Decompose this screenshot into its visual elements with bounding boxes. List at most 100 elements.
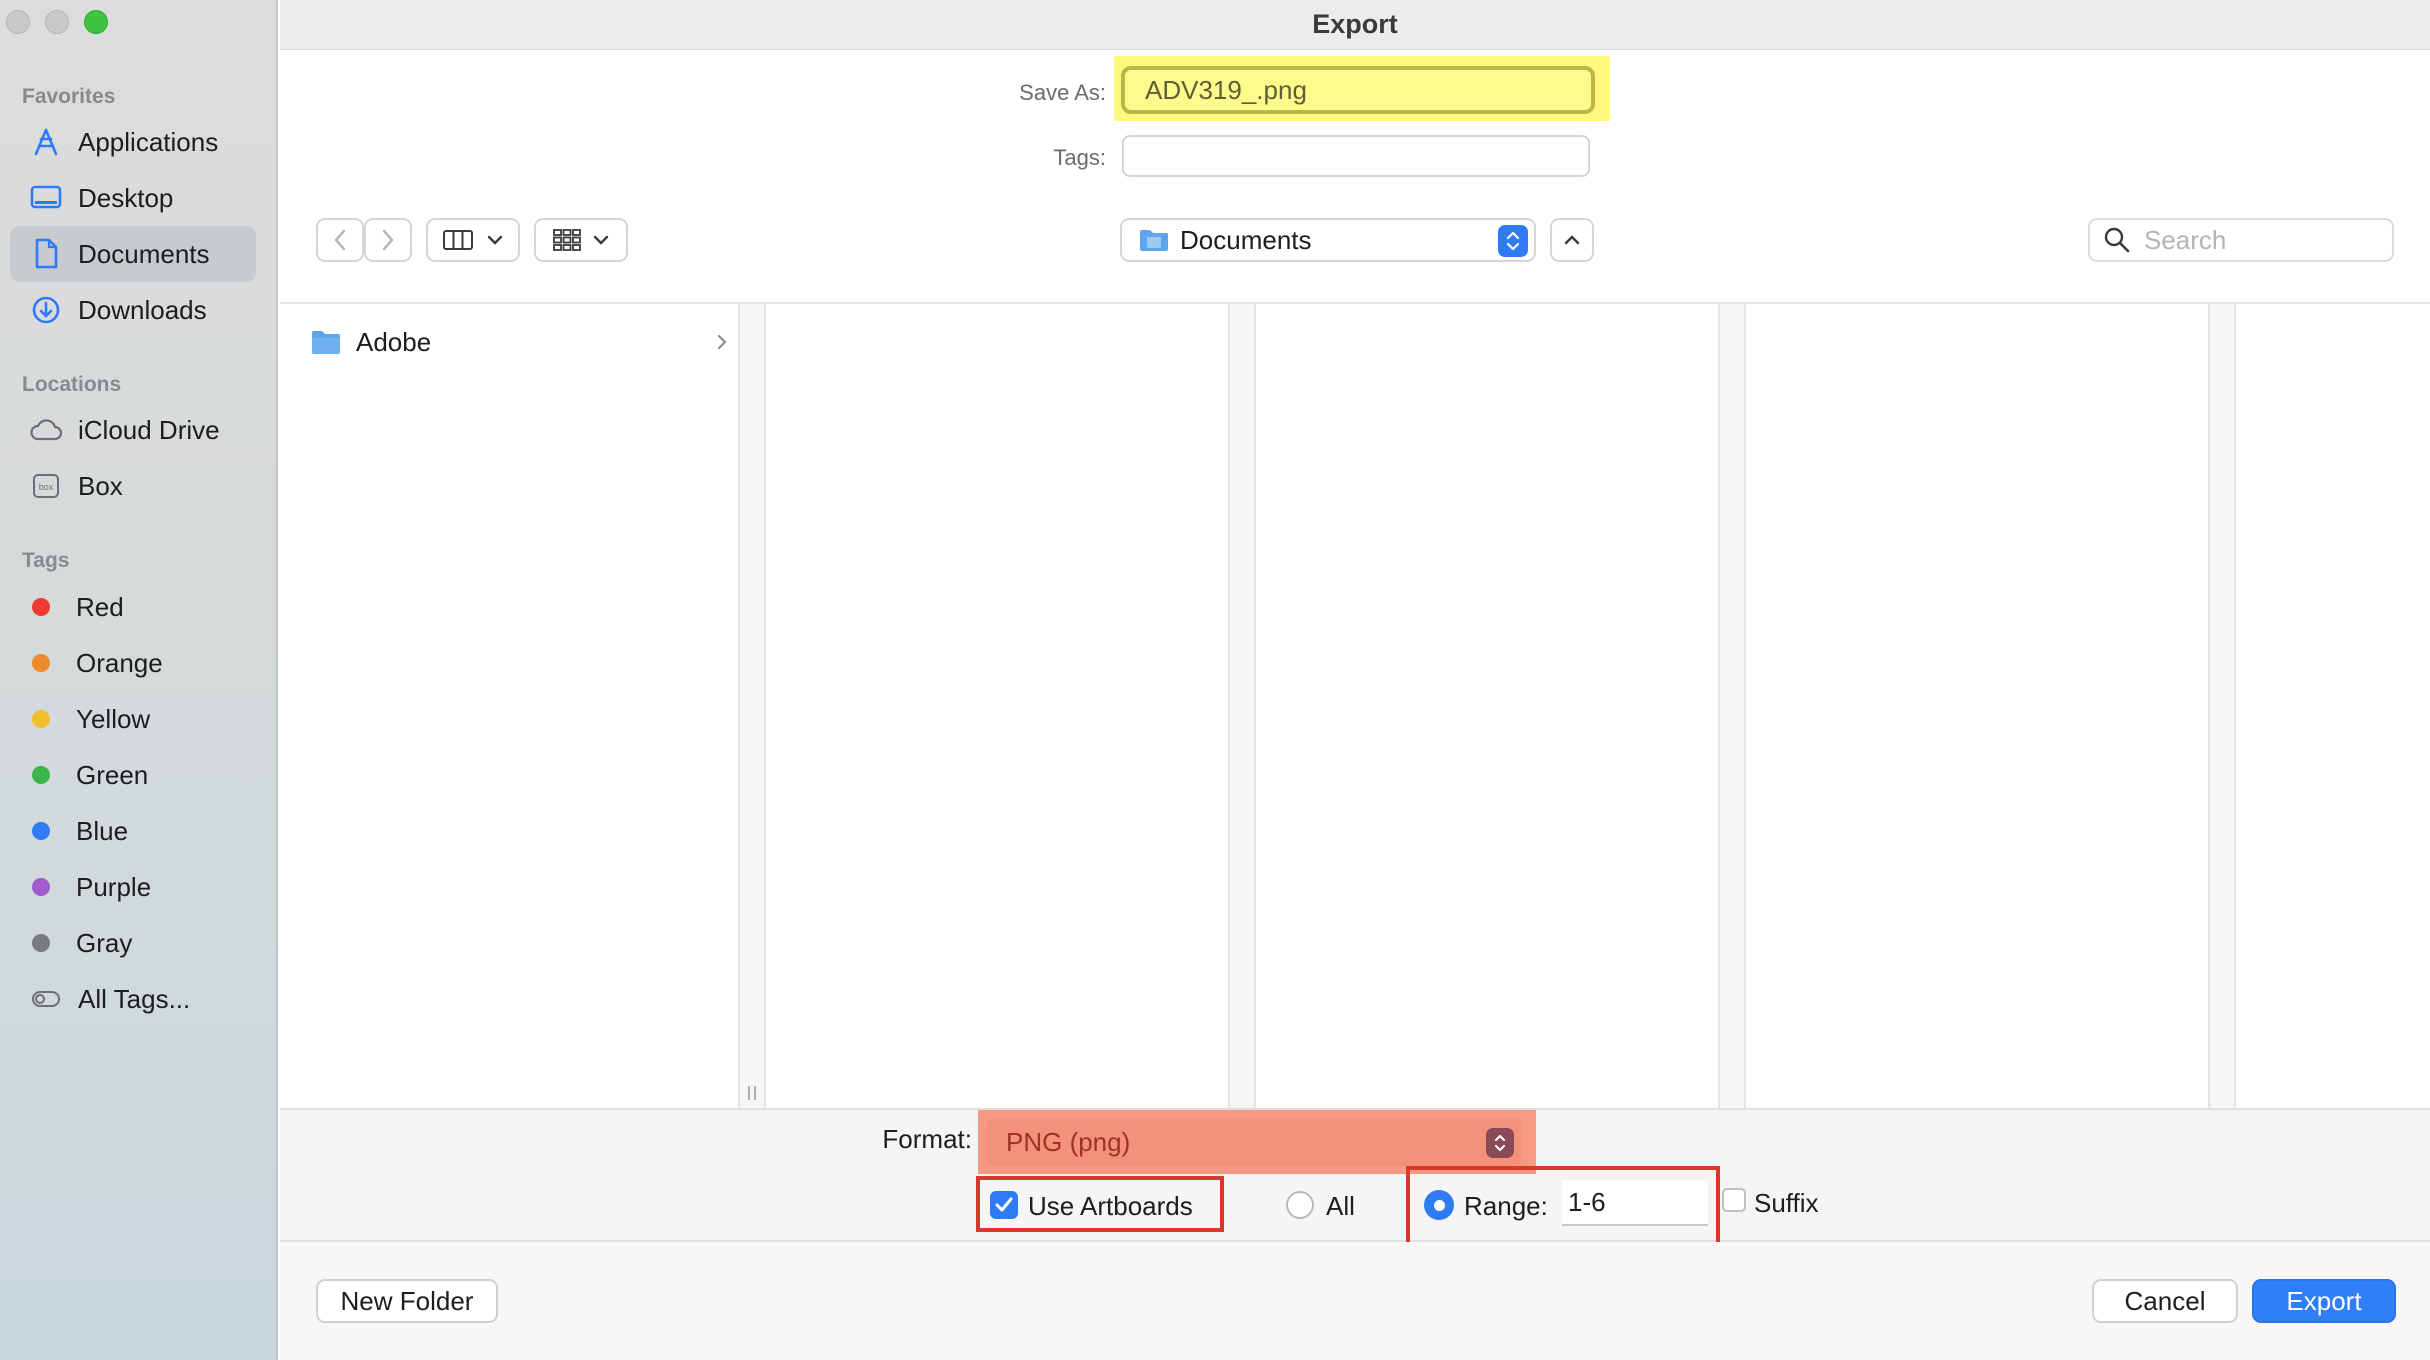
- sidebar-tag-yellow[interactable]: Yellow: [10, 691, 256, 747]
- location-label: Documents: [1180, 224, 1312, 255]
- tags-input[interactable]: [1122, 135, 1590, 177]
- sidebar-item-icloud-drive[interactable]: iCloud Drive: [10, 402, 256, 458]
- format-popup[interactable]: PNG (png): [986, 1118, 1522, 1166]
- blue-tag-dot-icon: [32, 822, 50, 840]
- sidebar-item-downloads[interactable]: Downloads: [10, 282, 256, 338]
- purple-tag-dot-icon: [32, 878, 50, 896]
- window-title: Export: [1312, 9, 1398, 39]
- sidebar-item-label: Box: [78, 470, 123, 501]
- checkmark-icon: [995, 1197, 1013, 1212]
- use-artboards-checkbox[interactable]: [990, 1191, 1018, 1219]
- applications-icon: [26, 122, 66, 162]
- sidebar-tag-blue[interactable]: Blue: [10, 803, 256, 859]
- gray-tag-dot-icon: [32, 934, 50, 952]
- forward-button[interactable]: [364, 218, 412, 262]
- sidebar-item-label: iCloud Drive: [78, 414, 220, 445]
- window-title-bar: Export: [280, 0, 2430, 50]
- sidebar-tag-orange[interactable]: Orange: [10, 635, 256, 691]
- sidebar-item-box[interactable]: box Box: [10, 458, 256, 514]
- use-artboards-label: Use Artboards: [1028, 1191, 1193, 1221]
- sidebar-item-desktop[interactable]: Desktop: [10, 170, 256, 226]
- new-folder-button[interactable]: New Folder: [316, 1279, 498, 1323]
- sidebar-item-label: Downloads: [78, 294, 207, 325]
- list-item[interactable]: Adobe: [310, 322, 728, 362]
- chevron-down-icon: [487, 235, 503, 245]
- sidebar-all-tags[interactable]: All Tags...: [10, 971, 256, 1027]
- sidebar-item-label: Documents: [78, 238, 210, 269]
- sidebar-section-locations: Locations: [22, 373, 122, 396]
- folder-name: Adobe: [356, 326, 432, 357]
- folder-icon: [1140, 230, 1168, 251]
- green-tag-dot-icon: [32, 766, 50, 784]
- desktop-icon: [26, 178, 66, 218]
- range-input[interactable]: 1-6: [1562, 1180, 1708, 1226]
- sidebar: Favorites Applications Desktop Documents…: [0, 0, 278, 1360]
- range-label: Range:: [1464, 1191, 1548, 1221]
- tags-label: Tags:: [1053, 145, 1106, 170]
- export-button[interactable]: Export: [2252, 1279, 2396, 1323]
- sidebar-item-label: Yellow: [76, 703, 151, 734]
- sidebar-item-applications[interactable]: Applications: [10, 114, 256, 170]
- cloud-icon: [26, 410, 66, 450]
- sidebar-item-label: Green: [76, 759, 149, 790]
- document-icon: [26, 234, 66, 274]
- sidebar-item-label: Red: [76, 591, 124, 622]
- resize-handle-icon: [748, 1086, 756, 1100]
- sidebar-item-label: Orange: [76, 647, 163, 678]
- all-radio[interactable]: [1286, 1191, 1314, 1219]
- search-icon: [2104, 227, 2130, 253]
- orange-tag-dot-icon: [32, 654, 50, 672]
- sidebar-tag-red[interactable]: Red: [10, 579, 256, 635]
- updown-chevron-icon: [1486, 1128, 1514, 1158]
- chevron-right-icon: [382, 229, 394, 251]
- zoom-window-button[interactable]: [84, 10, 108, 34]
- folder-icon: [312, 331, 340, 354]
- suffix-checkbox[interactable]: [1722, 1188, 1746, 1212]
- chevron-down-icon: [593, 235, 609, 245]
- box-icon: box: [26, 466, 66, 506]
- sidebar-tag-green[interactable]: Green: [10, 747, 256, 803]
- suffix-label: Suffix: [1754, 1188, 1819, 1218]
- columns-view-icon: [443, 230, 473, 250]
- sidebar-item-label: All Tags...: [78, 983, 191, 1014]
- sidebar-tag-purple[interactable]: Purple: [10, 859, 256, 915]
- column-divider[interactable]: [738, 304, 766, 1110]
- group-by-button[interactable]: [534, 218, 628, 262]
- minimize-window-button[interactable]: [45, 10, 69, 34]
- file-browser: Adobe: [280, 302, 2430, 1110]
- svg-text:box: box: [39, 482, 54, 492]
- column-divider: [2208, 304, 2236, 1110]
- all-label: All: [1326, 1191, 1355, 1221]
- sidebar-tag-gray[interactable]: Gray: [10, 915, 256, 971]
- location-popup[interactable]: Documents: [1120, 218, 1536, 262]
- chevron-left-icon: [334, 229, 346, 251]
- save-as-input[interactable]: ADV319_.png: [1121, 66, 1595, 114]
- sidebar-item-label: Applications: [78, 126, 219, 157]
- sidebar-section-favorites: Favorites: [22, 85, 116, 108]
- range-radio[interactable]: [1424, 1190, 1454, 1220]
- chevron-up-icon: [1564, 235, 1580, 245]
- sidebar-item-label: Blue: [76, 815, 129, 846]
- chevron-right-icon: [718, 335, 727, 349]
- column-divider: [1228, 304, 1256, 1110]
- cancel-button[interactable]: Cancel: [2092, 1279, 2238, 1323]
- sidebar-item-label: Purple: [76, 871, 152, 902]
- format-label: Format:: [882, 1124, 972, 1154]
- sidebar-section-tags: Tags: [22, 549, 70, 572]
- tags-icon: [26, 979, 66, 1019]
- view-columns-button[interactable]: [426, 218, 520, 262]
- updown-chevron-icon: [1498, 225, 1528, 257]
- back-button[interactable]: [316, 218, 364, 262]
- red-tag-dot-icon: [32, 598, 50, 616]
- expand-collapse-button[interactable]: [1550, 218, 1594, 262]
- search-field[interactable]: Search: [2088, 218, 2394, 262]
- sidebar-item-label: Gray: [76, 927, 133, 958]
- yellow-tag-dot-icon: [32, 710, 50, 728]
- downloads-icon: [26, 290, 66, 330]
- sidebar-item-label: Desktop: [78, 182, 174, 213]
- grid-icon: [553, 229, 581, 251]
- close-window-button[interactable]: [6, 10, 30, 34]
- format-value: PNG (png): [1006, 1126, 1131, 1157]
- column-divider: [1718, 304, 1746, 1110]
- sidebar-item-documents[interactable]: Documents: [10, 226, 256, 282]
